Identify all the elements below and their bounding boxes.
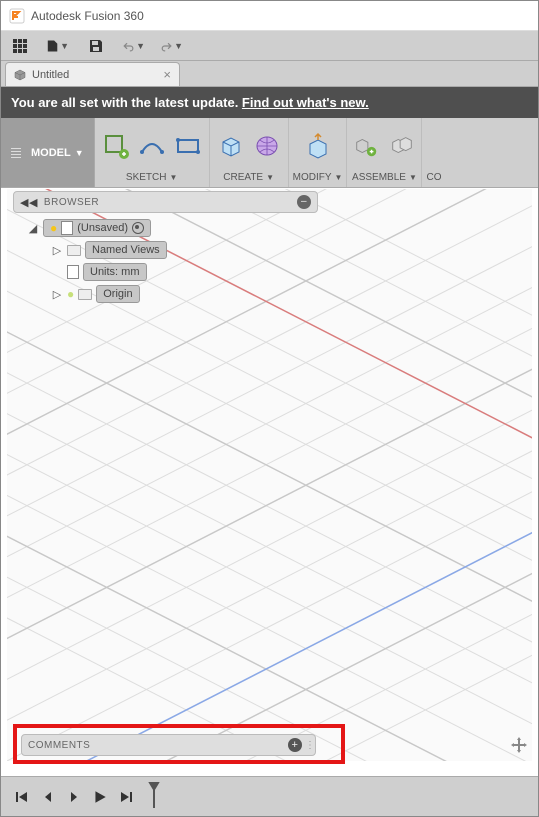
timeline-step-back-button[interactable]: [39, 788, 57, 806]
browser-header[interactable]: ◀◀ BROWSER –: [13, 191, 318, 213]
new-component-button[interactable]: [351, 131, 381, 161]
ribbon-group-create: CREATE▼: [210, 118, 289, 187]
data-panel-button[interactable]: [9, 35, 31, 57]
browser-title: BROWSER: [44, 197, 99, 208]
chevron-down-icon: ▼: [335, 173, 343, 182]
create-sketch-button[interactable]: [101, 131, 131, 161]
document-tab-label: Untitled: [32, 69, 69, 81]
tree-row-units[interactable]: Units: mm: [13, 261, 318, 283]
ribbon-group-label[interactable]: CREATE▼: [223, 169, 274, 185]
pan-arrows-icon[interactable]: [510, 736, 528, 754]
browser-tree: ◢ ● (Unsaved) ▷ Named Views Units: mm ▷ …: [13, 213, 318, 309]
comments-title: COMMENTS: [28, 740, 90, 751]
banner-link[interactable]: Find out what's new.: [242, 95, 369, 110]
tree-label: Origin: [103, 288, 132, 300]
workspace-switcher[interactable]: MODEL ▼: [1, 118, 95, 187]
ribbon-group-construct: CO: [422, 118, 442, 187]
chevron-down-icon: ▼: [75, 148, 84, 158]
tree-label: Units: mm: [90, 266, 140, 278]
tree-row-origin[interactable]: ▷ ● Origin: [13, 283, 318, 305]
comments-panel-header[interactable]: COMMENTS + ⋮: [21, 734, 316, 756]
quick-access-toolbar: ▼ ▼ ▼: [1, 31, 538, 61]
folder-icon: [67, 245, 81, 256]
file-menu-button[interactable]: ▼: [47, 35, 69, 57]
tree-label: (Unsaved): [77, 222, 128, 234]
banner-text: You are all set with the latest update.: [11, 95, 242, 110]
timeline-step-forward-button[interactable]: [65, 788, 83, 806]
ribbon-group-modify: MODIFY▼: [289, 118, 348, 187]
app-title: Autodesk Fusion 360: [31, 9, 144, 23]
tree-row-named-views[interactable]: ▷ Named Views: [13, 239, 318, 261]
joint-button[interactable]: [387, 131, 417, 161]
close-tab-button[interactable]: ×: [163, 67, 171, 82]
ribbon-group-label[interactable]: MODIFY▼: [293, 169, 343, 185]
cube-icon: [14, 69, 26, 81]
document-icon: [61, 221, 73, 235]
rectangle-tool-button[interactable]: [173, 131, 203, 161]
undo-button[interactable]: ▼: [123, 35, 145, 57]
chevron-down-icon: ▼: [266, 173, 274, 182]
grip-icon: ⋮: [305, 740, 309, 751]
tree-row-root[interactable]: ◢ ● (Unsaved): [13, 217, 318, 239]
minimize-button[interactable]: –: [297, 195, 311, 209]
app-logo-icon: [9, 8, 25, 24]
timeline-bar: [1, 776, 538, 816]
collapse-left-icon[interactable]: ◀◀: [20, 196, 38, 209]
lightbulb-icon[interactable]: ●: [50, 221, 57, 235]
redo-button[interactable]: ▼: [161, 35, 183, 57]
browser-panel: ◀◀ BROWSER – ◢ ● (Unsaved) ▷ Named Views…: [13, 191, 318, 309]
chevron-down-icon: ▼: [136, 41, 145, 51]
workspace-label: MODEL: [31, 147, 71, 159]
document-icon: [67, 265, 79, 279]
document-tab-bar: Untitled ×: [1, 61, 538, 87]
tree-label: Named Views: [92, 244, 160, 256]
timeline-start-button[interactable]: [13, 788, 31, 806]
timeline-end-button[interactable]: [117, 788, 135, 806]
line-tool-button[interactable]: [137, 131, 167, 161]
ribbon-group-sketch: SKETCH▼: [95, 118, 210, 187]
press-pull-button[interactable]: [303, 131, 333, 161]
update-banner: You are all set with the latest update. …: [1, 87, 538, 118]
ribbon-group-assemble: ASSEMBLE▼: [347, 118, 422, 187]
timeline-play-button[interactable]: [91, 788, 109, 806]
expand-toggle[interactable]: ◢: [27, 222, 39, 235]
document-tab[interactable]: Untitled ×: [5, 62, 180, 86]
lightbulb-icon[interactable]: ●: [67, 287, 74, 301]
chevron-down-icon: ▼: [169, 173, 177, 182]
add-comment-button[interactable]: +: [288, 738, 302, 752]
chevron-down-icon: ▼: [409, 173, 417, 182]
expand-toggle[interactable]: ▷: [51, 288, 63, 301]
grip-icon: [11, 148, 21, 158]
chevron-down-icon: ▼: [174, 41, 183, 51]
ribbon-group-label[interactable]: ASSEMBLE▼: [352, 169, 417, 185]
save-button[interactable]: [85, 35, 107, 57]
title-bar: Autodesk Fusion 360: [1, 1, 538, 31]
ribbon-group-label[interactable]: CO: [426, 169, 441, 185]
form-button[interactable]: [252, 131, 282, 161]
activate-radio[interactable]: [132, 222, 144, 234]
timeline-playhead[interactable]: [153, 786, 155, 808]
box-button[interactable]: [216, 131, 246, 161]
chevron-down-icon: ▼: [60, 41, 69, 51]
ribbon-toolbar: MODEL ▼ SKETCH▼ CREATE▼ MODIFY▼ ASSEMBLE…: [1, 118, 538, 188]
folder-icon: [78, 289, 92, 300]
z-axis: [7, 444, 532, 761]
expand-toggle[interactable]: ▷: [51, 244, 63, 257]
ribbon-group-label[interactable]: SKETCH▼: [126, 169, 177, 185]
